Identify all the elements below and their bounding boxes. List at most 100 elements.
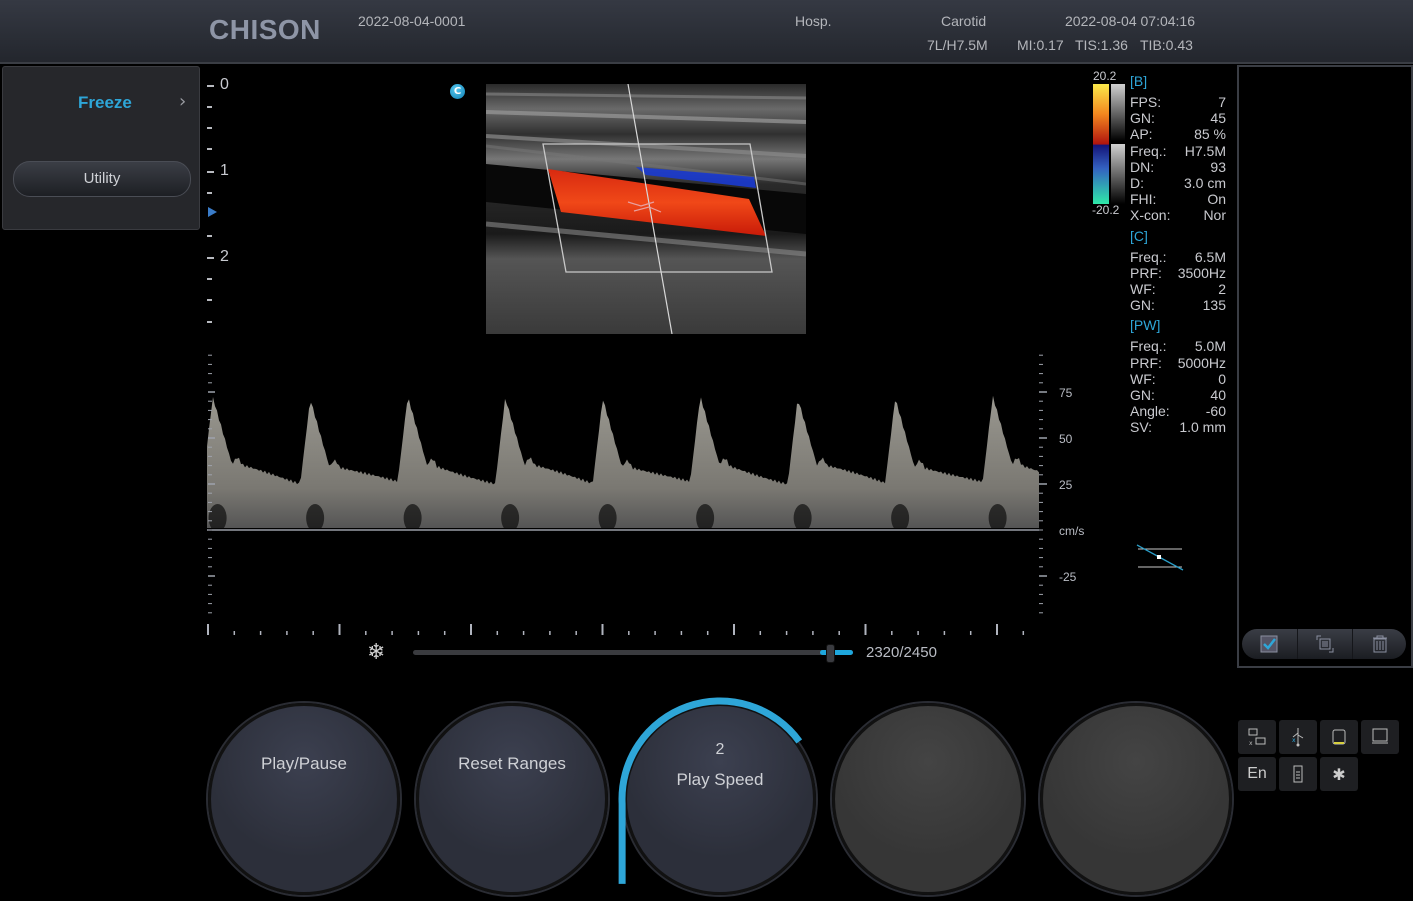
depth-label-1: 1 xyxy=(220,162,229,179)
param-row: DN: 93 xyxy=(1130,159,1226,175)
select-all-button[interactable] xyxy=(1242,629,1296,659)
param-value: 93 xyxy=(1210,158,1226,175)
param-value: 6.5M xyxy=(1194,248,1226,265)
param-row: WF: 2 xyxy=(1130,281,1226,297)
review-button[interactable] xyxy=(1297,629,1352,659)
depth-label-0: 0 xyxy=(220,76,229,93)
play-pause-knob[interactable]: Play/Pause xyxy=(208,703,400,895)
knob-label: Play Speed xyxy=(676,770,764,789)
thumbnail-panel xyxy=(1237,65,1413,668)
spectral-window xyxy=(403,504,422,532)
param-value: 1.0 mm xyxy=(1179,419,1226,436)
param-row: PRF: 3500Hz xyxy=(1130,265,1226,281)
usb-icon[interactable]: x xyxy=(1279,720,1317,754)
param-key: D: xyxy=(1130,175,1144,191)
cine-slider[interactable] xyxy=(413,644,853,663)
color-doppler-image[interactable] xyxy=(486,84,806,334)
depth-scale: 0 1 2 xyxy=(207,76,237,336)
brand-logo: CHISON xyxy=(209,14,321,45)
param-value: On xyxy=(1207,191,1226,208)
spectral-window xyxy=(891,504,910,532)
blank-knob-5[interactable] xyxy=(1040,703,1232,895)
datetime: 2022-08-04 07:04:16 xyxy=(1065,13,1195,29)
select-all-icon xyxy=(1260,635,1278,653)
velocity-label-75: 75 xyxy=(1059,386,1073,400)
cine-slider-thumb[interactable] xyxy=(825,644,835,663)
color-bar-min: -20.2 xyxy=(1092,203,1120,217)
spectral-window xyxy=(793,504,812,532)
ultrasound-image-svg xyxy=(486,84,806,334)
play-speed-knob[interactable]: 2 Play Speed xyxy=(618,697,816,895)
spectral-window xyxy=(598,504,617,532)
param-value: 7 xyxy=(1218,94,1226,110)
spectral-window xyxy=(306,504,325,532)
play-speed-arc xyxy=(618,697,803,884)
param-key: WF: xyxy=(1130,370,1156,387)
patient-id: 2022-08-04-0001 xyxy=(358,13,466,29)
svg-text:x: x xyxy=(1249,740,1253,747)
exam-preset: Carotid xyxy=(941,13,987,29)
spectral-window xyxy=(988,504,1007,532)
mi-index: MI:0.17 xyxy=(1017,37,1064,53)
hospital-name: Hosp. xyxy=(795,13,832,29)
network-status-icon[interactable]: x xyxy=(1238,720,1276,754)
velocity-label-25: 25 xyxy=(1059,478,1073,492)
monitor-icon[interactable] xyxy=(1361,720,1399,754)
param-value: 2 xyxy=(1218,281,1226,297)
param-key: Angle: xyxy=(1130,403,1170,420)
depth-label-2: 2 xyxy=(220,248,229,265)
param-key: PRF: xyxy=(1130,354,1162,371)
param-key: Freq.: xyxy=(1130,142,1167,159)
gray-scale-bar-2 xyxy=(1111,144,1125,204)
param-value: 85 % xyxy=(1194,126,1226,143)
spectral-window xyxy=(501,504,520,532)
velocity-label-50: 50 xyxy=(1059,432,1073,446)
blank-knob-4[interactable] xyxy=(832,703,1024,895)
param-key: Freq.: xyxy=(1130,338,1167,355)
knob-label: Reset Ranges xyxy=(458,754,566,773)
utility-button[interactable]: Utility xyxy=(13,161,191,197)
param-key: GN: xyxy=(1130,387,1155,403)
param-key: FPS: xyxy=(1130,94,1162,110)
delete-button[interactable] xyxy=(1352,629,1407,659)
cine-slider-fill xyxy=(819,650,853,655)
left-menu-panel: Freeze › Utility xyxy=(2,66,200,230)
velocity-unit: cm/s xyxy=(1059,524,1085,538)
freeze-label: Freeze xyxy=(78,93,132,112)
param-row: SV: 1.0 mm xyxy=(1130,419,1226,435)
param-key: WF: xyxy=(1130,281,1156,297)
param-key: FHI: xyxy=(1130,191,1157,208)
trash-icon xyxy=(1373,635,1387,653)
param-value: 135 xyxy=(1202,297,1226,314)
param-value: 45 xyxy=(1210,110,1226,127)
doppler-spectrum xyxy=(207,354,1047,635)
reset-ranges-knob[interactable]: Reset Ranges xyxy=(416,703,608,895)
chevron-right-icon: › xyxy=(179,91,187,112)
param-value: 3500Hz xyxy=(1177,264,1226,281)
language-button[interactable]: En xyxy=(1238,757,1276,791)
param-row: AP: 85 % xyxy=(1130,126,1226,142)
storage-icon[interactable] xyxy=(1320,720,1358,754)
bluetooth-icon[interactable]: ✱ xyxy=(1320,757,1358,791)
spectral-window xyxy=(696,504,715,532)
cine-frame-readout: 2320/2450 xyxy=(866,644,937,661)
param-row: GN: 135 xyxy=(1130,297,1226,313)
param-row: Angle: -60 xyxy=(1130,403,1226,419)
param-row: X-con: Nor xyxy=(1130,207,1226,223)
param-section-b: [B] xyxy=(1130,73,1148,89)
param-row: FHI: On xyxy=(1130,191,1226,207)
param-key: GN: xyxy=(1130,110,1155,127)
focus-marker-icon[interactable] xyxy=(208,207,217,217)
param-value: H7.5M xyxy=(1184,142,1226,159)
param-row: Freq.: H7.5M xyxy=(1130,143,1226,159)
param-value: -60 xyxy=(1205,403,1226,420)
color-scale-bar xyxy=(1093,84,1109,204)
tib-index: TIB:0.43 xyxy=(1140,37,1193,53)
header-bar: CHISON 2022-08-04-0001 Hosp. Carotid 202… xyxy=(0,0,1413,64)
param-value: 0 xyxy=(1218,370,1226,387)
review-icon xyxy=(1316,635,1334,653)
param-key: SV: xyxy=(1130,419,1153,436)
color-bar-max: 20.2 xyxy=(1093,69,1117,83)
param-row: GN: 45 xyxy=(1130,110,1226,126)
freeze-button[interactable]: Freeze › xyxy=(3,87,199,121)
